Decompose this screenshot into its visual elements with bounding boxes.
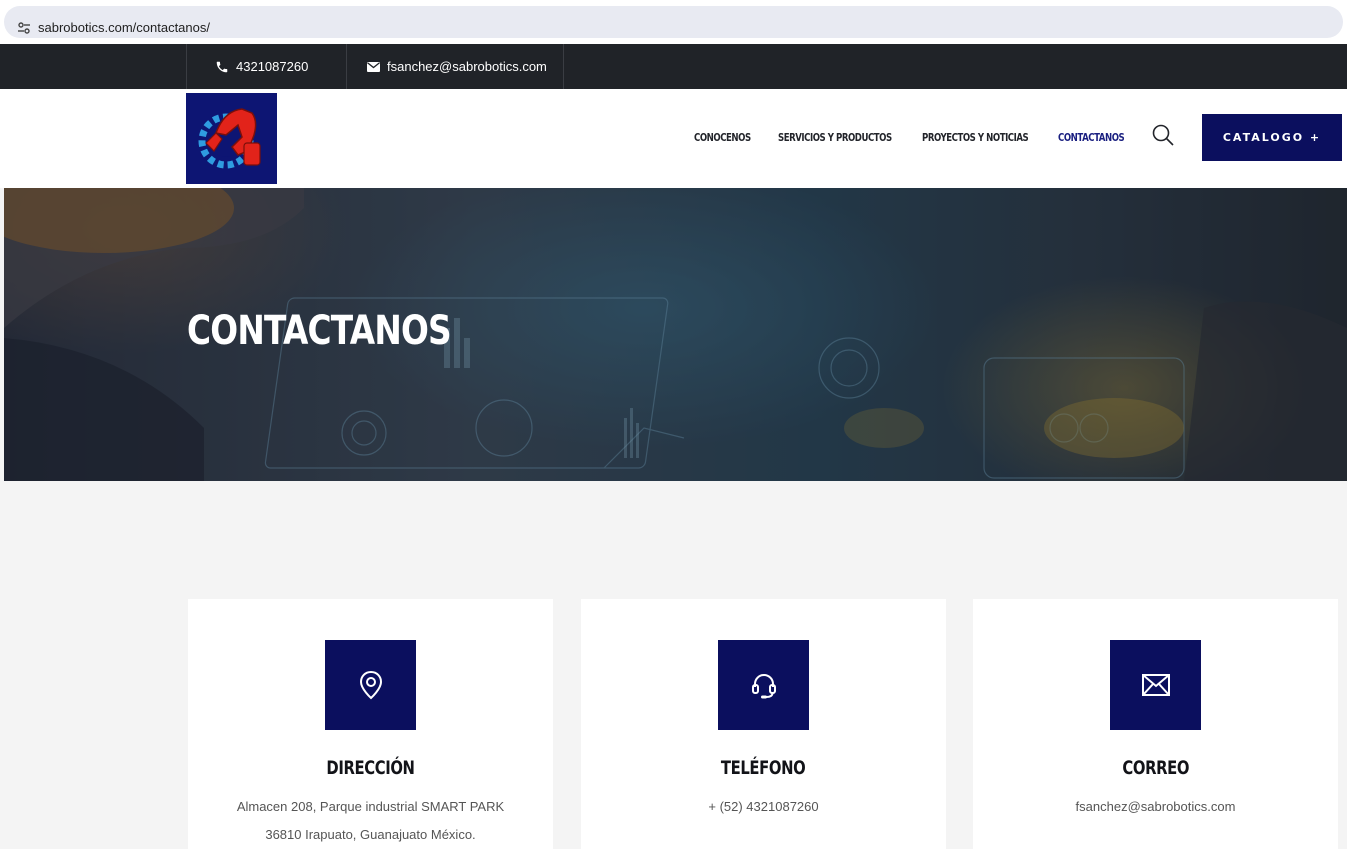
nav-conocenos[interactable]: CONOCENOS [694, 131, 751, 144]
address-text: Almacen 208, Parque industrial SMART PAR… [188, 793, 553, 849]
phone-card: TELÉFONO + (52) 4321087260 [581, 599, 946, 849]
address-line-2: 36810 Irapuato, Guanajuato México. [265, 827, 476, 842]
robot-gear-logo-icon [198, 108, 261, 169]
catalog-button[interactable]: CATALOGO + [1202, 114, 1342, 161]
email-title: CORREO [1122, 757, 1189, 779]
email-card: CORREO fsanchez@sabrobotics.com [973, 599, 1338, 849]
topbar-email-text: fsanchez@sabrobotics.com [387, 59, 547, 74]
site-settings-icon[interactable] [17, 21, 31, 35]
top-contact-bar: 4321087260 fsanchez@sabrobotics.com [0, 44, 1347, 89]
url-field[interactable]: sabrobotics.com/contactanos/ [4, 6, 1343, 38]
nav-contactanos[interactable]: CONTACTANOS [1058, 131, 1125, 144]
address-icon-box [325, 640, 416, 730]
nav-servicios-productos[interactable]: SERVICIOS Y PRODUCTOS [778, 131, 892, 144]
topbar-phone-text: 4321087260 [236, 59, 309, 74]
address-line-1: Almacen 208, Parque industrial SMART PAR… [236, 799, 505, 814]
topbar-email[interactable]: fsanchez@sabrobotics.com [346, 44, 564, 89]
email-line[interactable]: fsanchez@sabrobotics.com [973, 793, 1338, 821]
address-card: DIRECCIÓN Almacen 208, Parque industrial… [188, 599, 553, 849]
phone-title: TELÉFONO [721, 757, 806, 779]
nav-proyectos-noticias[interactable]: PROYECTOS Y NOTICIAS [922, 131, 1029, 144]
envelope-icon [367, 61, 380, 72]
page-title: CONTACTANOS [187, 308, 452, 354]
url-text[interactable]: sabrobotics.com/contactanos/ [38, 20, 210, 35]
catalog-button-label: CATALOGO + [1222, 131, 1322, 144]
headset-icon [751, 674, 776, 699]
phone-icon-box [718, 640, 809, 730]
topbar-phone[interactable]: 4321087260 [186, 44, 346, 89]
search-icon[interactable] [1150, 122, 1176, 148]
phone-icon [216, 61, 228, 72]
email-icon-box [1110, 640, 1201, 730]
browser-address-bar: sabrobotics.com/contactanos/ [0, 0, 1347, 44]
email-text: fsanchez@sabrobotics.com [973, 793, 1338, 821]
phone-text: + (52) 4321087260 [581, 793, 946, 821]
site-header: CONOCENOS SERVICIOS Y PRODUCTOS PROYECTO… [0, 89, 1347, 188]
address-title: DIRECCIÓN [326, 757, 415, 779]
envelope-icon [1141, 674, 1170, 696]
phone-line[interactable]: + (52) 4321087260 [581, 793, 946, 821]
site-logo[interactable] [186, 93, 277, 184]
hero-banner: CONTACTANOS [4, 188, 1347, 481]
map-pin-icon [359, 670, 382, 700]
